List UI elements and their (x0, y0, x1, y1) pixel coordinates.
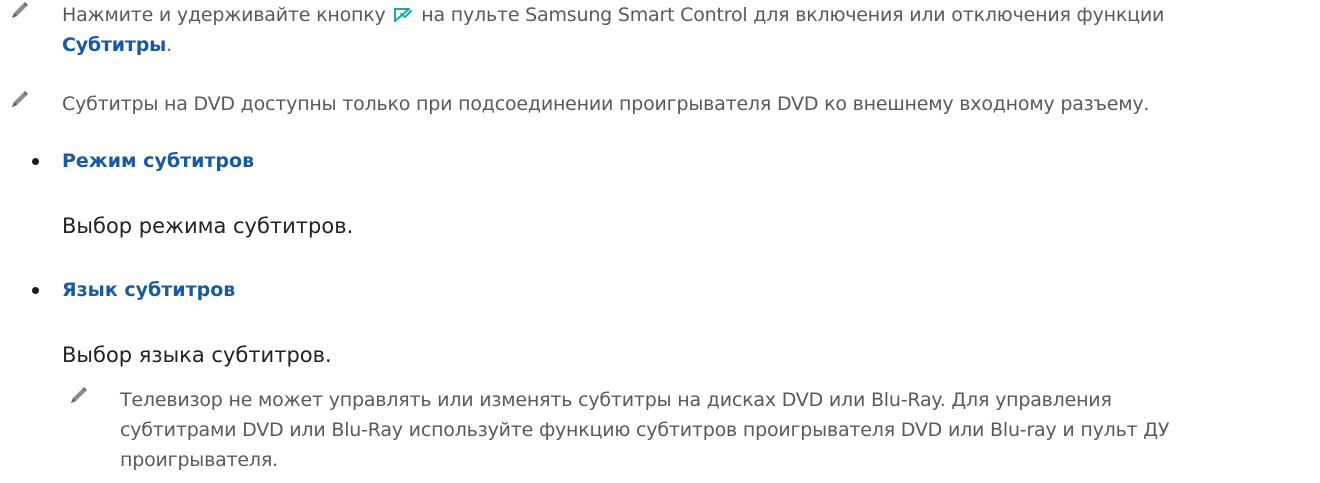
subtitle-cc-icon (394, 8, 413, 22)
note-dvd-subtitles: Субтитры на DVD доступны только при подс… (62, 89, 1312, 119)
note-bluray-subtitles: Телевизор не может управлять или изменят… (120, 385, 1315, 475)
note-text-before: Нажмите и удерживайте кнопку (62, 4, 386, 26)
sub-note-line-1: Телевизор не может управлять или изменят… (120, 389, 1112, 411)
note-suffix: . (166, 34, 172, 56)
bullet-icon (32, 287, 39, 294)
sub-note-line-2: субтитрами DVD или Blu-Ray используйте ф… (120, 419, 1170, 441)
sub-note-line-3: проигрывателя. (120, 449, 278, 471)
bullet-icon (32, 158, 39, 165)
pencil-icon (12, 91, 28, 107)
pencil-icon (12, 2, 28, 18)
subtitles-function-link: Субтитры (62, 34, 167, 56)
item-desc-subtitle-mode: Выбор режима субтитров. (62, 214, 354, 238)
pencil-icon (71, 387, 87, 403)
note-text: Субтитры на DVD доступны только при подс… (62, 93, 1150, 115)
item-title-subtitle-language: Язык субтитров (62, 279, 236, 301)
item-title-subtitle-mode: Режим субтитров (62, 150, 255, 172)
item-desc-subtitle-language: Выбор языка субтитров. (62, 343, 332, 367)
note-remote-subtitles: Нажмите и удерживайте кнопку на пульте S… (62, 0, 1312, 60)
note-text-after: на пульте Samsung Smart Control для вклю… (421, 4, 1165, 26)
